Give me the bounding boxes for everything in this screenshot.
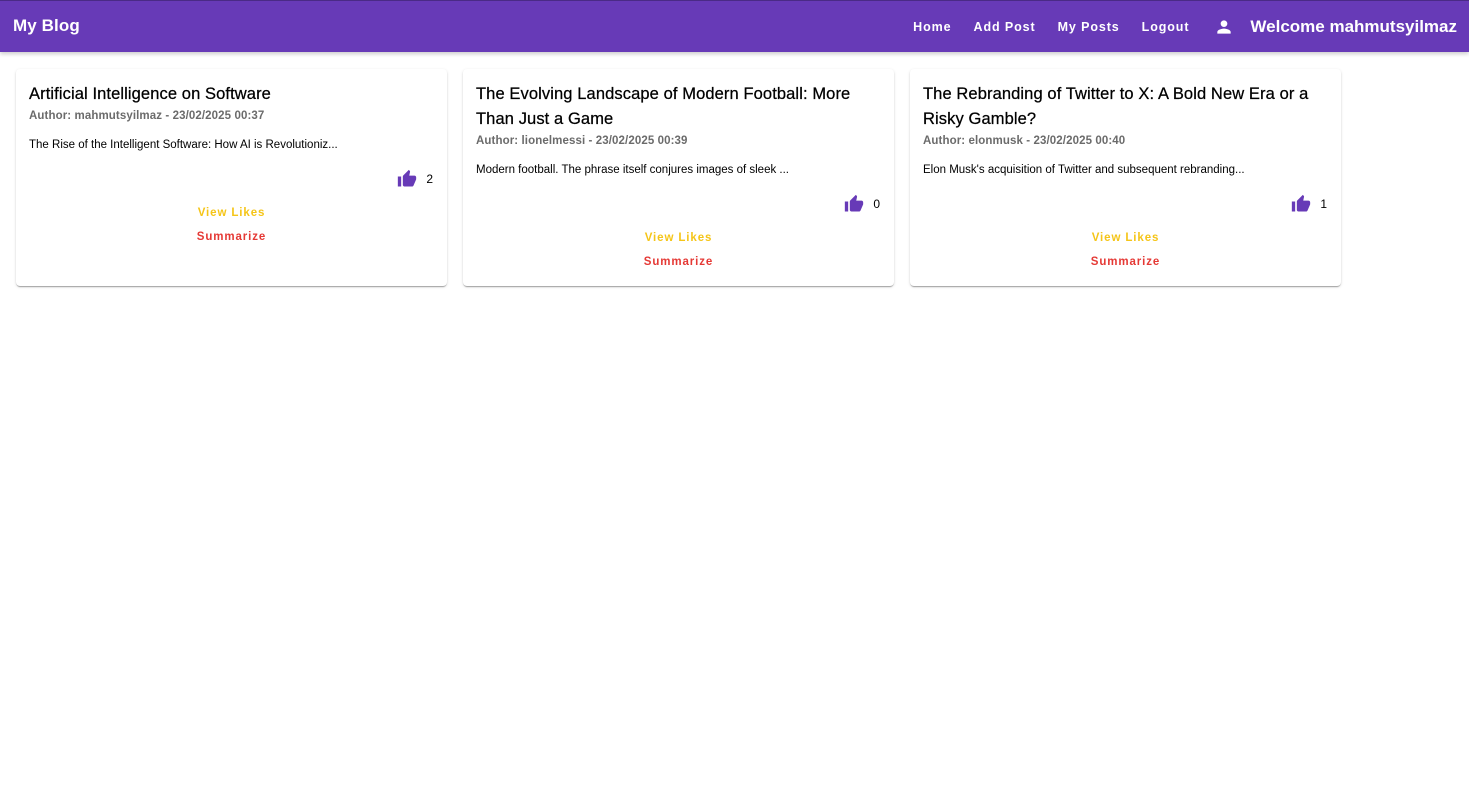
summarize-button[interactable]: Summarize xyxy=(1083,252,1168,273)
post-excerpt: The Rise of the Intelligent Software: Ho… xyxy=(29,139,338,151)
view-likes-button[interactable]: View Likes xyxy=(637,228,721,249)
nav-bar: Home Add Post My Posts Logout Welcome ma… xyxy=(902,1,1457,53)
card-actions: View Likes Summarize xyxy=(29,203,434,248)
like-count: 1 xyxy=(1320,197,1327,211)
person-icon[interactable] xyxy=(1214,17,1234,37)
brand-title[interactable]: My Blog xyxy=(13,16,80,36)
like-count: 2 xyxy=(426,172,433,186)
nav-my-posts-button[interactable]: My Posts xyxy=(1047,12,1131,42)
card-actions: View Likes Summarize xyxy=(923,228,1328,273)
summarize-button[interactable]: Summarize xyxy=(636,252,721,273)
post-meta: Author: lionelmessi - 23/02/2025 00:39 xyxy=(476,135,688,147)
app-bar: My Blog Home Add Post My Posts Logout We… xyxy=(0,0,1469,52)
post-excerpt: Elon Musk's acquisition of Twitter and s… xyxy=(923,164,1245,176)
post-excerpt: Modern football. The phrase itself conju… xyxy=(476,164,790,176)
thumb-up-icon[interactable] xyxy=(1291,194,1311,214)
thumb-up-icon[interactable] xyxy=(397,169,417,189)
post-meta: Author: elonmusk - 23/02/2025 00:40 xyxy=(923,135,1126,147)
post-meta: Author: mahmutsyilmaz - 23/02/2025 00:37 xyxy=(29,110,265,122)
likes-row: 2 xyxy=(29,169,434,189)
nav-add-post-button[interactable]: Add Post xyxy=(963,12,1047,42)
view-likes-button[interactable]: View Likes xyxy=(190,203,274,224)
nav-home-button[interactable]: Home xyxy=(902,12,962,42)
post-title: The Evolving Landscape of Modern Footbal… xyxy=(476,85,851,128)
nav-logout-button[interactable]: Logout xyxy=(1131,12,1201,42)
post-title: The Rebranding of Twitter to X: A Bold N… xyxy=(923,85,1309,128)
likes-row: 0 xyxy=(476,194,881,214)
welcome-text: Welcome mahmutsyilmaz xyxy=(1250,17,1457,36)
post-card: The Evolving Landscape of Modern Footbal… xyxy=(463,69,894,286)
summarize-button[interactable]: Summarize xyxy=(189,227,274,248)
post-card: The Rebranding of Twitter to X: A Bold N… xyxy=(910,69,1341,286)
thumb-up-icon[interactable] xyxy=(844,194,864,214)
card-actions: View Likes Summarize xyxy=(476,228,881,273)
likes-row: 1 xyxy=(923,194,1328,214)
view-likes-button[interactable]: View Likes xyxy=(1084,228,1168,249)
post-title: Artificial Intelligence on Software xyxy=(29,85,271,103)
like-count: 0 xyxy=(873,197,880,211)
post-card: Artificial Intelligence on Software Auth… xyxy=(16,69,447,286)
